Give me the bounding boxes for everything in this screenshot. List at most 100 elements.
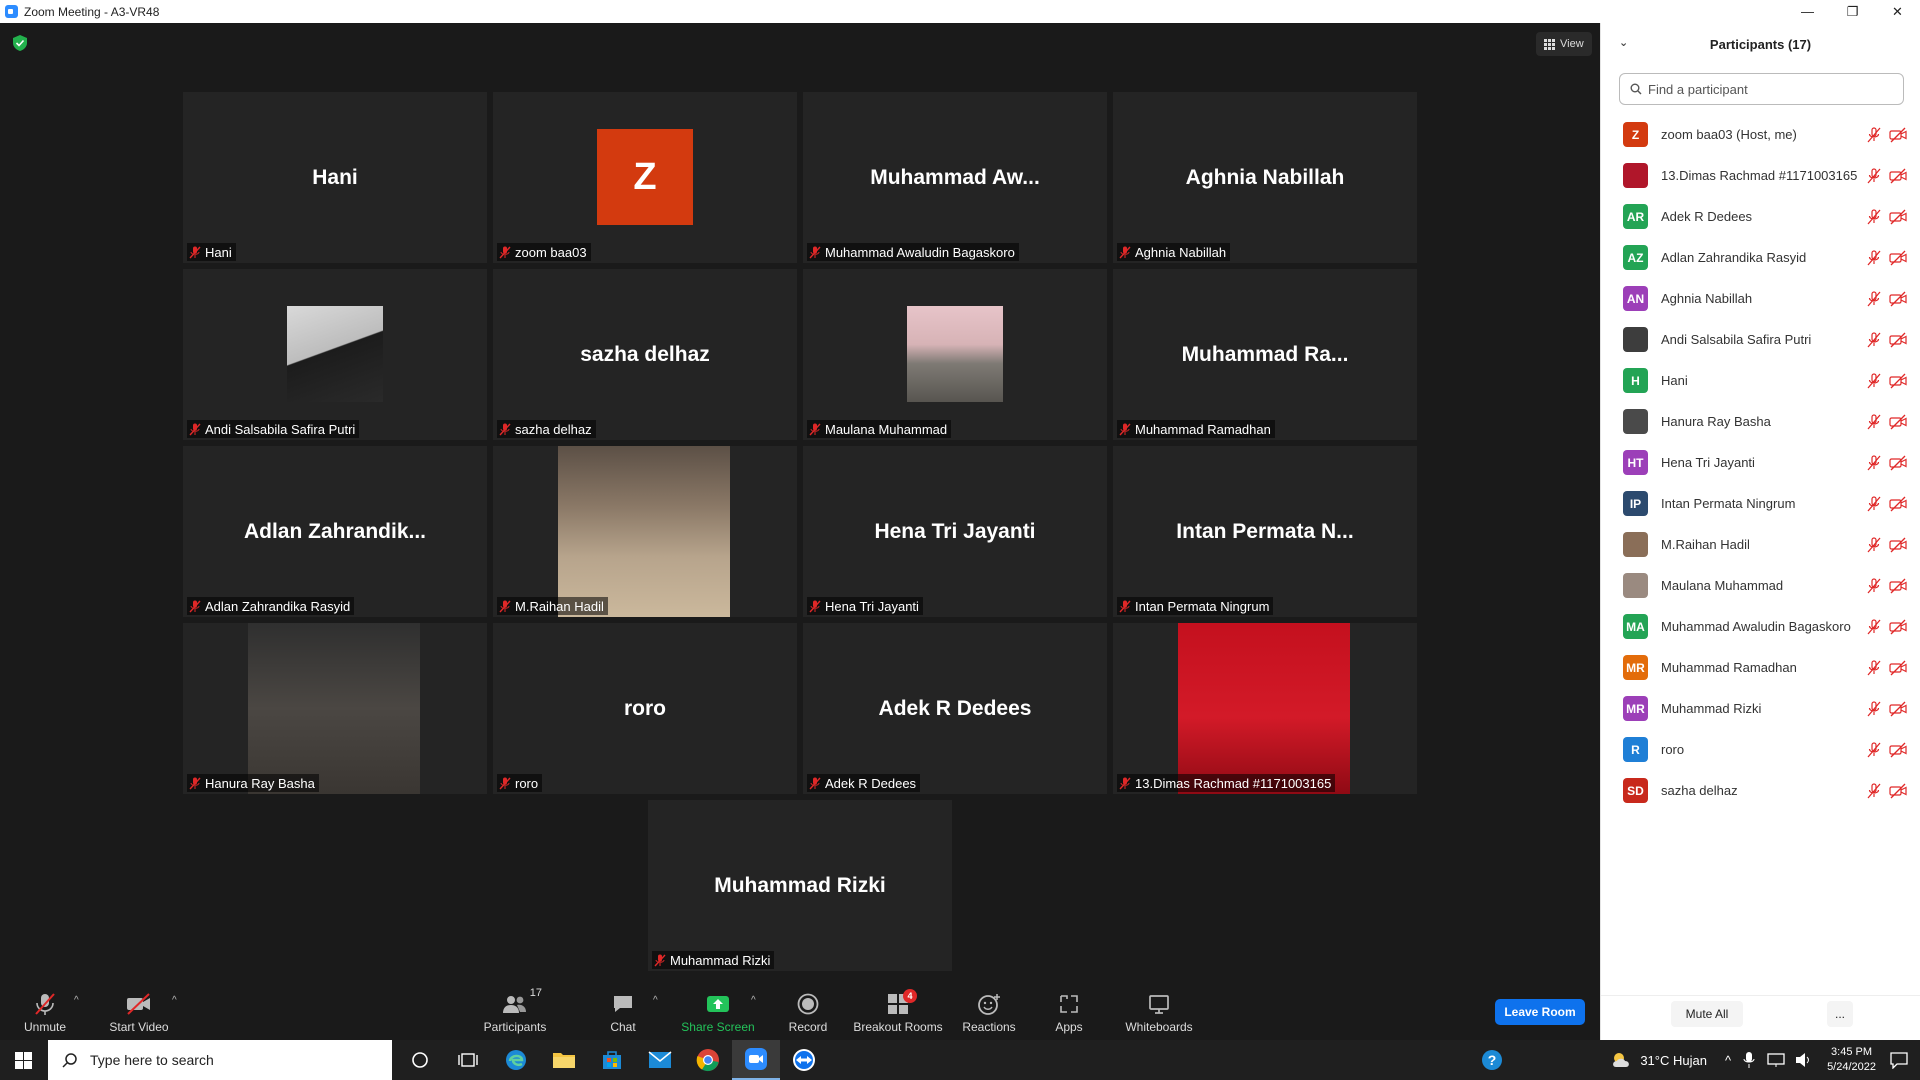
mute-all-button[interactable]: Mute All: [1671, 1001, 1743, 1027]
participant-row[interactable]: IP Intan Permata Ningrum: [1601, 483, 1920, 524]
video-off-icon[interactable]: [1889, 373, 1907, 389]
video-off-icon[interactable]: [1889, 660, 1907, 676]
video-off-icon[interactable]: [1889, 127, 1907, 143]
mic-muted-icon[interactable]: [1867, 250, 1881, 266]
participant-search-input[interactable]: [1648, 81, 1888, 97]
video-tile[interactable]: sazha delhaz sazha delhaz: [493, 269, 797, 440]
taskbar-search-input[interactable]: [90, 1052, 370, 1068]
video-tile[interactable]: roro roro: [493, 623, 797, 794]
chat-button[interactable]: Chat: [605, 983, 641, 1040]
video-options-caret[interactable]: ^: [172, 995, 177, 1006]
mic-muted-icon[interactable]: [1867, 783, 1881, 799]
share-screen-button[interactable]: Share Screen: [680, 983, 756, 1040]
audio-options-caret[interactable]: ^: [74, 995, 79, 1006]
mic-muted-icon[interactable]: [1867, 742, 1881, 758]
shield-icon[interactable]: [13, 35, 27, 51]
chevron-down-icon[interactable]: ⌄: [1619, 36, 1628, 49]
video-tile[interactable]: Aghnia Nabillah Aghnia Nabillah: [1113, 92, 1417, 263]
participant-row[interactable]: AR Adek R Dedees: [1601, 196, 1920, 237]
video-off-icon[interactable]: [1889, 701, 1907, 717]
participant-row[interactable]: AZ Adlan Zahrandika Rasyid: [1601, 237, 1920, 278]
video-off-icon[interactable]: [1889, 496, 1907, 512]
share-options-caret[interactable]: ^: [751, 995, 756, 1006]
unmute-button[interactable]: Unmute: [16, 983, 74, 1040]
mic-muted-icon[interactable]: [1867, 578, 1881, 594]
video-tile[interactable]: Zzoom baa03: [493, 92, 797, 263]
mic-muted-icon[interactable]: [1867, 496, 1881, 512]
edge-icon[interactable]: [492, 1040, 540, 1080]
participant-row[interactable]: HT Hena Tri Jayanti: [1601, 442, 1920, 483]
teamviewer-icon[interactable]: [780, 1040, 828, 1080]
participant-search[interactable]: [1619, 73, 1904, 105]
mic-muted-icon[interactable]: [1867, 414, 1881, 430]
store-icon[interactable]: [588, 1040, 636, 1080]
network-icon[interactable]: [1767, 1052, 1785, 1068]
video-off-icon[interactable]: [1889, 209, 1907, 225]
participant-row[interactable]: Rroro: [1601, 729, 1920, 770]
participant-row[interactable]: SD sazha delhaz: [1601, 770, 1920, 811]
mic-muted-icon[interactable]: [1867, 332, 1881, 348]
start-button[interactable]: [0, 1040, 46, 1080]
video-off-icon[interactable]: [1889, 291, 1907, 307]
close-button[interactable]: ✕: [1875, 0, 1920, 23]
participant-row[interactable]: AN Aghnia Nabillah: [1601, 278, 1920, 319]
whiteboards-button[interactable]: Whiteboards: [1121, 983, 1197, 1040]
video-tile[interactable]: Adek R Dedees Adek R Dedees: [803, 623, 1107, 794]
video-tile[interactable]: Muhammad Aw... Muhammad Awaludin Bagaskor…: [803, 92, 1107, 263]
mic-muted-icon[interactable]: [1867, 701, 1881, 717]
participant-row[interactable]: MA Muhammad Awaludin Bagaskoro: [1601, 606, 1920, 647]
participants-button[interactable]: 17 Participants: [478, 983, 552, 1040]
mic-muted-icon[interactable]: [1867, 619, 1881, 635]
video-off-icon[interactable]: [1889, 537, 1907, 553]
video-tile[interactable]: Muhammad Rizki Muhammad Rizki: [648, 800, 952, 971]
video-tile[interactable]: Andi Salsabila Safira Putri: [183, 269, 487, 440]
video-off-icon[interactable]: [1889, 783, 1907, 799]
participant-row[interactable]: MR Muhammad Rizki: [1601, 688, 1920, 729]
participant-row[interactable]: Andi Salsabila Safira Putri: [1601, 319, 1920, 360]
breakout-rooms-button[interactable]: 4 Breakout Rooms: [852, 983, 944, 1040]
video-tile[interactable]: Hani Hani: [183, 92, 487, 263]
video-tile[interactable]: Adlan Zahrandik... Adlan Zahrandika Rasyi…: [183, 446, 487, 617]
video-tile[interactable]: Hanura Ray Basha: [183, 623, 487, 794]
mic-muted-icon[interactable]: [1867, 209, 1881, 225]
apps-button[interactable]: Apps: [1051, 983, 1087, 1040]
chat-options-caret[interactable]: ^: [653, 995, 658, 1006]
microphone-icon[interactable]: [1743, 1051, 1755, 1069]
mic-muted-icon[interactable]: [1867, 291, 1881, 307]
view-button[interactable]: View: [1536, 32, 1592, 56]
mail-icon[interactable]: [636, 1040, 684, 1080]
mic-muted-icon[interactable]: [1867, 660, 1881, 676]
leave-room-button[interactable]: Leave Room: [1495, 999, 1585, 1025]
participant-row[interactable]: MR Muhammad Ramadhan: [1601, 647, 1920, 688]
cortana-icon[interactable]: [396, 1040, 444, 1080]
participant-row[interactable]: 13.Dimas Rachmad #1171003165: [1601, 155, 1920, 196]
video-tile[interactable]: 13.Dimas Rachmad #1171003165: [1113, 623, 1417, 794]
mic-muted-icon[interactable]: [1867, 373, 1881, 389]
clock[interactable]: 3:45 PM 5/24/2022: [1827, 1045, 1876, 1075]
volume-icon[interactable]: [1795, 1052, 1813, 1068]
participant-row[interactable]: Maulana Muhammad: [1601, 565, 1920, 606]
restore-button[interactable]: ❐: [1830, 0, 1875, 23]
mic-muted-icon[interactable]: [1867, 455, 1881, 471]
video-off-icon[interactable]: [1889, 168, 1907, 184]
video-tile[interactable]: Maulana Muhammad: [803, 269, 1107, 440]
minimize-button[interactable]: —: [1785, 0, 1830, 23]
reactions-button[interactable]: Reactions: [961, 983, 1017, 1040]
participant-row[interactable]: Zzoom baa03 (Host, me): [1601, 114, 1920, 155]
participant-row[interactable]: H Hani: [1601, 360, 1920, 401]
more-options-button[interactable]: ...: [1827, 1001, 1853, 1027]
mic-muted-icon[interactable]: [1867, 537, 1881, 553]
help-icon[interactable]: ?: [1468, 1040, 1516, 1080]
video-off-icon[interactable]: [1889, 742, 1907, 758]
mic-muted-icon[interactable]: [1867, 168, 1881, 184]
notifications-icon[interactable]: [1890, 1051, 1908, 1069]
video-tile[interactable]: Muhammad Ra... Muhammad Ramadhan: [1113, 269, 1417, 440]
file-explorer-icon[interactable]: [540, 1040, 588, 1080]
video-off-icon[interactable]: [1889, 619, 1907, 635]
task-view-icon[interactable]: [444, 1040, 492, 1080]
video-off-icon[interactable]: [1889, 455, 1907, 471]
video-off-icon[interactable]: [1889, 250, 1907, 266]
video-tile[interactable]: Intan Permata N... Intan Permata Ningrum: [1113, 446, 1417, 617]
video-tile[interactable]: M.Raihan Hadil: [493, 446, 797, 617]
weather-text[interactable]: 31°C Hujan: [1640, 1053, 1707, 1068]
